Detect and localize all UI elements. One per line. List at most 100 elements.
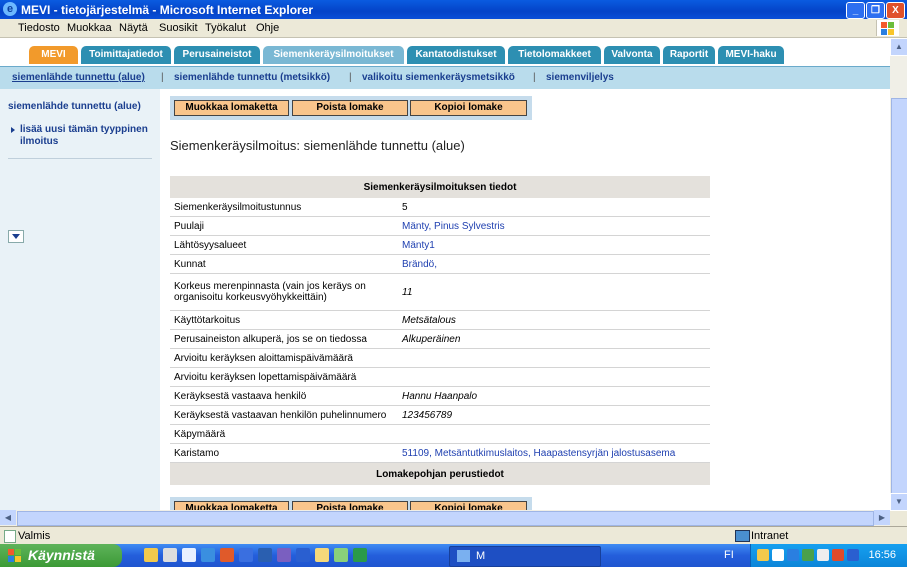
copy-form-button[interactable]: Kopioi lomake [410, 501, 527, 510]
subnav-siemenviljelys[interactable]: siemenviljelys [546, 72, 614, 83]
close-button[interactable]: X [886, 2, 905, 19]
table-row: Käpymäärä [170, 424, 710, 444]
row-label: Keräyksestä vastaava henkilö [170, 386, 398, 406]
tab-raportit[interactable]: Raportit [663, 46, 715, 64]
tab-tietolomakkeet[interactable]: Tietolomakkeet [508, 46, 601, 64]
intranet-icon [735, 530, 750, 542]
menu-edit[interactable]: Muokkaa [67, 22, 112, 34]
tab-toimittajatiedot[interactable]: Toimittajatiedot [81, 46, 171, 64]
subnav-metsikko[interactable]: siemenlähde tunnettu (metsikkö) [174, 72, 330, 83]
subnav-alue[interactable]: siemenlähde tunnettu (alue) [12, 72, 145, 83]
edit-form-button[interactable]: Muokkaa lomaketta [174, 100, 289, 116]
word-icon[interactable] [296, 548, 310, 562]
row-label: Siemenkeräysilmoitustunnus [170, 198, 398, 217]
row-label: Keräyksestä vastaavan henkilön puhelinnu… [170, 405, 398, 425]
dropdown-toggle[interactable] [8, 230, 24, 243]
table-row: Korkeus merenpinnasta (vain jos keräys o… [170, 273, 710, 311]
row-value: Alkuperäinen [398, 329, 710, 349]
tab-siemenkerays[interactable]: Siemenkeräysilmoitukset [263, 46, 404, 64]
tab-mevi[interactable]: MEVI [29, 46, 78, 64]
vertical-scrollbar[interactable]: ▲ ▼ [890, 38, 907, 511]
sub-navigation: siemenlähde tunnettu (alue) | siemenlähd… [0, 66, 890, 89]
maximize-button[interactable]: ❐ [866, 2, 885, 19]
page-title: Siemenkeräysilmoitus: siemenlähde tunnet… [170, 138, 465, 153]
scroll-up-icon[interactable]: ▲ [890, 38, 907, 56]
language-indicator[interactable]: FI [724, 549, 734, 561]
ie-icon: e [3, 2, 17, 16]
table-row: Lähtösyysalueet Mänty1 [170, 235, 710, 255]
row-value [398, 348, 710, 368]
tray-icon[interactable] [772, 549, 784, 561]
subnav-valikoitu[interactable]: valikoitu siemenkeräysmetsikkö [362, 72, 515, 83]
windows-logo-icon [876, 20, 899, 36]
tab-valvonta[interactable]: Valvonta [604, 46, 660, 64]
tab-kantatodistukset[interactable]: Kantatodistukset [407, 46, 505, 64]
row-value: Metsätalous [398, 310, 710, 330]
tray-icon[interactable] [757, 549, 769, 561]
app-icon[interactable] [315, 548, 329, 562]
menu-file[interactable]: Tiedosto [18, 22, 60, 34]
horizontal-scrollbar[interactable]: ◀ ▶ [0, 510, 890, 526]
origin-link[interactable]: Mänty1 [398, 235, 710, 255]
scroll-right-icon[interactable]: ▶ [874, 510, 890, 525]
scroll-down-icon[interactable]: ▼ [890, 493, 907, 511]
tab-perusaineistot[interactable]: Perusaineistot [174, 46, 260, 64]
zone-text: Intranet [751, 530, 789, 542]
ie-icon[interactable] [201, 548, 215, 562]
row-label: Käpymäärä [170, 424, 398, 444]
scroll-thumb[interactable] [17, 511, 874, 526]
tray-icon[interactable] [817, 549, 829, 561]
taskbar: Käynnistä M FI 16:56 [0, 544, 907, 567]
action-bar-top: Muokkaa lomaketta Poista lomake Kopioi l… [170, 96, 532, 120]
action-bar-bottom: Muokkaa lomaketta Poista lomake Kopioi l… [170, 497, 532, 510]
app-icon[interactable] [277, 548, 291, 562]
row-value: Hannu Haanpalo [398, 386, 710, 406]
tab-mevi-haku[interactable]: MEVI-haku [718, 46, 784, 64]
task-item[interactable]: M [449, 546, 601, 567]
ie-icon[interactable] [239, 548, 253, 562]
copy-form-button[interactable]: Kopioi lomake [410, 100, 527, 116]
divider [8, 158, 152, 159]
municipality-link[interactable]: Brändö, [398, 254, 710, 274]
tray-icon[interactable] [832, 549, 844, 561]
add-new-link[interactable]: lisää uusi tämän tyyppinen ilmoitus [20, 124, 155, 148]
row-value: 123456789 [398, 405, 710, 425]
tray-icon[interactable] [787, 549, 799, 561]
menu-help[interactable]: Ohje [256, 22, 279, 34]
desktop-icon[interactable] [163, 548, 177, 562]
row-value [398, 424, 710, 444]
menu-view[interactable]: Näytä [119, 22, 148, 34]
edit-form-button[interactable]: Muokkaa lomaketta [174, 501, 289, 510]
menu-favorites[interactable]: Suosikit [159, 22, 198, 34]
menu-bar: Tiedosto Muokkaa Näytä Suosikit Työkalut… [0, 19, 907, 38]
sidebar-heading[interactable]: siemenlähde tunnettu (alue) [8, 101, 141, 112]
row-value: 11 [398, 273, 710, 311]
table-row: Siemenkeräysilmoitustunnus 5 [170, 198, 710, 217]
folder-icon[interactable] [144, 548, 158, 562]
sidebar: siemenlähde tunnettu (alue) lisää uusi t… [0, 89, 160, 510]
status-text: Valmis [18, 530, 51, 542]
row-label: Arvioitu keräyksen aloittamispäivämäärä [170, 348, 398, 368]
menu-tools[interactable]: Työkalut [205, 22, 246, 34]
app-icon[interactable] [334, 548, 348, 562]
delete-form-button[interactable]: Poista lomake [292, 501, 408, 510]
window-icon[interactable] [182, 548, 196, 562]
start-button[interactable]: Käynnistä [0, 544, 122, 567]
subnav-separator: | [349, 72, 352, 83]
table-footer-header: Lomakepohjan perustiedot [170, 462, 710, 485]
excel-icon[interactable] [353, 548, 367, 562]
karistamo-link[interactable]: 51109, Metsäntutkimuslaitos, Haapastensy… [398, 443, 710, 463]
delete-form-button[interactable]: Poista lomake [292, 100, 408, 116]
tray-icon[interactable] [802, 549, 814, 561]
scroll-left-icon[interactable]: ◀ [0, 510, 16, 525]
species-link[interactable]: Mänty, Pinus Sylvestris [398, 216, 710, 236]
scroll-thumb[interactable] [891, 98, 907, 500]
app-icon[interactable] [220, 548, 234, 562]
table-row: Keräyksestä vastaavan henkilön puhelinnu… [170, 405, 710, 425]
row-value [398, 367, 710, 387]
clock[interactable]: 16:56 [868, 549, 896, 561]
minimize-button[interactable]: _ [846, 2, 865, 19]
tray-icon[interactable] [847, 549, 859, 561]
task-label: M [476, 550, 486, 562]
outlook-icon[interactable] [258, 548, 272, 562]
